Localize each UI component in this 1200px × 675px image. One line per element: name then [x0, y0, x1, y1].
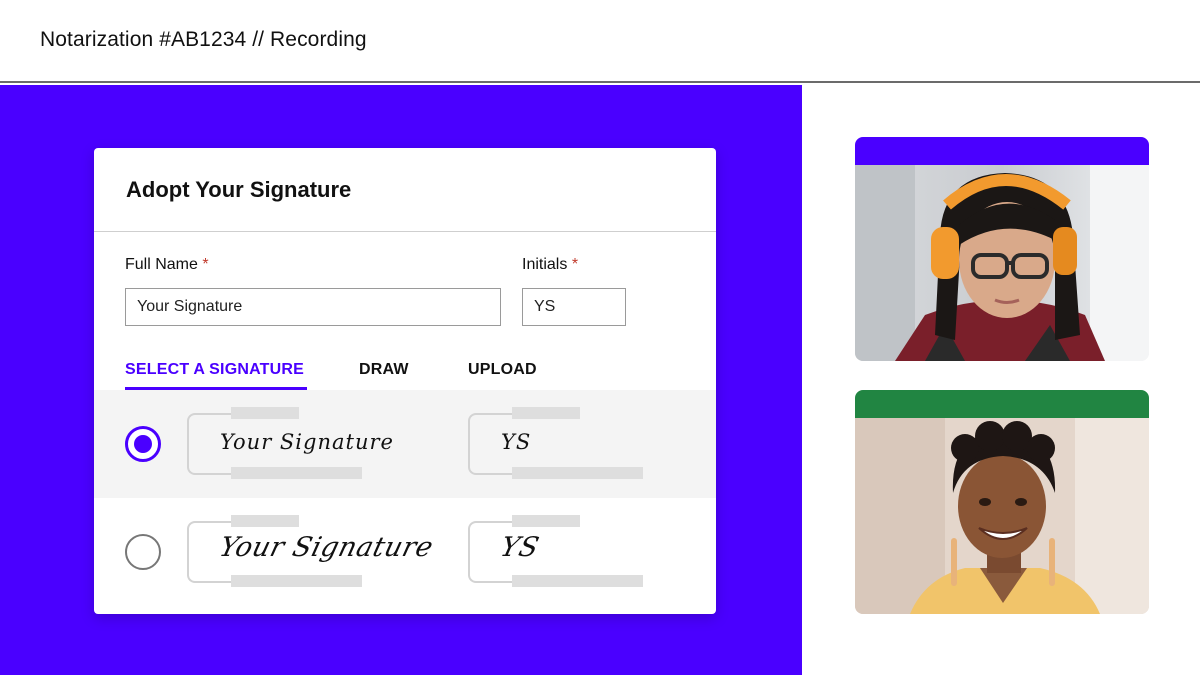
- signature-frame-top-bar: [231, 407, 299, 419]
- initials-frame-bottom-bar: [512, 575, 643, 587]
- tab-upload[interactable]: UPLOAD: [468, 361, 537, 379]
- initials-frame-top-bar: [512, 407, 580, 419]
- radio-button[interactable]: [125, 534, 161, 570]
- full-name-input[interactable]: Your Signature: [125, 288, 501, 326]
- signature-frame-bottom-bar: [231, 467, 362, 479]
- full-name-label-text: Full Name: [125, 256, 198, 273]
- adopt-signature-dialog: Adopt Your Signature Full Name * Your Si…: [94, 148, 716, 614]
- video-header-band: [855, 137, 1149, 165]
- radio-button-selected[interactable]: [125, 426, 161, 462]
- participant-video-1: [855, 137, 1149, 361]
- video-header-band: [855, 390, 1149, 418]
- tab-select-signature[interactable]: SELECT A SIGNATURE: [125, 361, 304, 379]
- signature-frame-top-bar: [231, 515, 299, 527]
- dialog-header: Adopt Your Signature: [94, 148, 716, 232]
- full-name-label: Full Name *: [125, 256, 209, 274]
- initials-frame-top-bar: [512, 515, 580, 527]
- participant-video-icon: [855, 418, 1149, 614]
- initials-preview: YS: [497, 532, 543, 563]
- signature-option-2[interactable]: Your Signature YS: [94, 498, 716, 606]
- participant-video-2: [855, 390, 1149, 614]
- signature-preview: Your Signature: [216, 532, 437, 563]
- initials-label-text: Initials: [522, 256, 568, 273]
- initials-preview: YS: [501, 430, 532, 454]
- top-bar: Notarization #AB1234 // Recording: [0, 0, 1200, 83]
- signature-frame-bottom-bar: [231, 575, 362, 587]
- required-mark: *: [202, 256, 209, 273]
- participant-video-icon: [855, 165, 1149, 361]
- required-mark: *: [571, 256, 579, 273]
- signature-option-1[interactable]: Your Signature YS: [94, 390, 716, 498]
- page-title: Notarization #AB1234 // Recording: [40, 28, 367, 51]
- initials-label: Initials *: [522, 256, 578, 274]
- tab-draw[interactable]: DRAW: [359, 361, 409, 379]
- dialog-title: Adopt Your Signature: [126, 177, 352, 202]
- signature-preview: Your Signature: [220, 430, 394, 454]
- initials-frame-bottom-bar: [512, 467, 643, 479]
- initials-input[interactable]: YS: [522, 288, 626, 326]
